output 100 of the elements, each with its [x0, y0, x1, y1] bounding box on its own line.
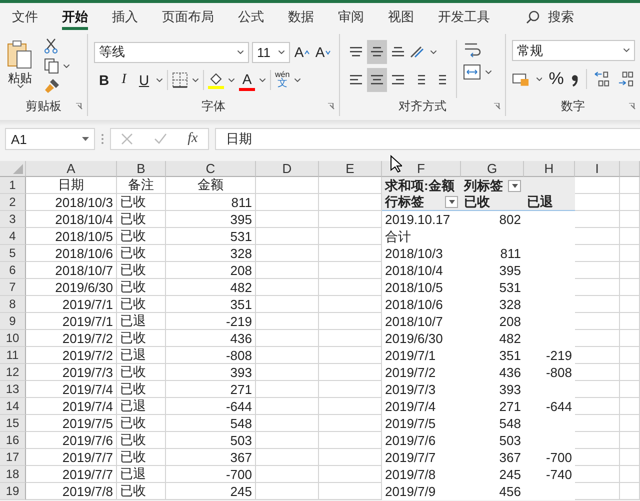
font-name-field[interactable]: 等线 [94, 42, 249, 62]
caret-icon [536, 76, 542, 82]
caret-icon [16, 84, 24, 88]
cell: 2019/7/4 [26, 398, 117, 415]
ribbon-tab[interactable]: 开始 [62, 3, 88, 30]
row-header[interactable]: 14 [0, 398, 26, 415]
column-header[interactable]: F [382, 161, 461, 177]
cell-text: 行标签 [385, 193, 424, 211]
row-header[interactable]: 4 [0, 228, 26, 245]
caret-icon [324, 50, 331, 54]
currency-icon[interactable] [512, 71, 530, 87]
formula-field[interactable]: 日期 [215, 128, 640, 150]
column-header[interactable]: D [256, 161, 319, 177]
cell: 2018/10/6 [26, 245, 117, 262]
bottom-align-icon[interactable] [390, 45, 406, 59]
phonetic-button[interactable]: wén 文 [275, 71, 290, 89]
cell: 2018/10/3 [26, 194, 117, 211]
format-painter-icon[interactable] [44, 78, 60, 94]
dialog-launcher-icon[interactable] [629, 103, 636, 110]
cell: 208 [166, 262, 256, 279]
search-label[interactable]: 搜索 [548, 8, 574, 26]
column-header[interactable]: A [26, 161, 117, 177]
row-header[interactable]: 6 [0, 262, 26, 279]
ribbon-tab[interactable]: 页面布局 [162, 3, 214, 30]
row-header[interactable]: 7 [0, 279, 26, 296]
ribbon-tab[interactable]: 插入 [112, 3, 138, 30]
column-header[interactable]: I [575, 161, 620, 177]
bold-button[interactable]: B [96, 68, 112, 92]
filter-button[interactable] [445, 196, 458, 208]
font-color-button[interactable]: A [239, 69, 255, 91]
align-right-icon[interactable] [390, 73, 406, 87]
borders-icon[interactable] [172, 72, 188, 88]
italic-button[interactable]: I [116, 68, 132, 92]
filter-button[interactable] [508, 180, 521, 192]
row-header[interactable]: 5 [0, 245, 26, 262]
shrink-font-button[interactable]: A [314, 40, 332, 64]
decrease-decimal-icon[interactable] [616, 70, 634, 88]
cell: 已退 [117, 313, 166, 330]
middle-align-icon[interactable] [369, 45, 385, 59]
ribbon-tab[interactable]: 数据 [288, 3, 314, 30]
underline-button[interactable]: U [136, 68, 152, 92]
name-box[interactable]: A1 [5, 128, 95, 150]
cell: 已收 [117, 194, 166, 211]
column-header[interactable]: G [461, 161, 524, 177]
search-icon[interactable] [526, 10, 540, 24]
dialog-launcher-icon[interactable] [328, 103, 335, 110]
column-header[interactable]: B [117, 161, 166, 177]
cell: -700 [166, 466, 256, 483]
cell: 已收 [117, 296, 166, 313]
scissors-icon[interactable] [44, 38, 58, 54]
ribbon-tab[interactable]: 审阅 [338, 3, 364, 30]
cell: 已收 [117, 432, 166, 449]
increase-decimal-icon[interactable] [593, 70, 610, 88]
dialog-launcher-icon[interactable] [494, 103, 501, 110]
caret-icon [237, 50, 244, 54]
ribbon-tab[interactable]: 公式 [238, 3, 264, 30]
ribbon-tab[interactable]: 开发工具 [438, 3, 490, 30]
insert-function-button[interactable]: fx [188, 131, 198, 147]
row-header[interactable]: 11 [0, 347, 26, 364]
row-header[interactable]: 3 [0, 211, 26, 228]
row-header[interactable]: 9 [0, 313, 26, 330]
top-align-icon[interactable] [348, 45, 364, 59]
cell: 271 [166, 381, 256, 398]
dialog-launcher-icon[interactable] [76, 103, 83, 110]
cell-text: 列标签 [464, 176, 503, 194]
mouse-pointer-icon [390, 155, 402, 173]
caret-icon [485, 70, 492, 74]
align-left-icon[interactable] [348, 73, 364, 87]
row-header[interactable]: 17 [0, 449, 26, 466]
percent-button[interactable]: % [548, 67, 564, 91]
ribbon-tab[interactable]: 文件 [12, 3, 38, 30]
cell: 已收 [117, 483, 166, 500]
cell: 2019/7/2 [26, 347, 117, 364]
row-header[interactable]: 16 [0, 432, 26, 449]
cell: 2018/10/5 [26, 228, 117, 245]
ribbon-tab[interactable]: 视图 [388, 3, 414, 30]
column-header[interactable]: E [319, 161, 382, 177]
row-header[interactable]: 12 [0, 364, 26, 381]
row-header[interactable]: 8 [0, 296, 26, 313]
row-header[interactable]: 1 [0, 177, 26, 194]
row-header[interactable]: 10 [0, 330, 26, 347]
column-header[interactable]: C [166, 161, 256, 177]
row-header[interactable]: 2 [0, 194, 26, 211]
row-header[interactable]: 13 [0, 381, 26, 398]
align-center-icon[interactable] [369, 73, 385, 87]
cell: 2019/7/8 [26, 483, 117, 500]
row-header[interactable]: 15 [0, 415, 26, 432]
row-header[interactable]: 19 [0, 483, 26, 500]
cell: 2019/7/7 [26, 449, 117, 466]
row-header[interactable]: 18 [0, 466, 26, 483]
cell: 367 [166, 449, 256, 466]
column-header[interactable]: H [524, 161, 575, 177]
paste-button[interactable]: 粘贴 [6, 34, 34, 98]
cell: 2019/7/1 [26, 313, 117, 330]
grow-font-button[interactable]: A [293, 40, 311, 64]
copy-icon[interactable] [44, 58, 60, 74]
font-size-field[interactable]: 11 [252, 42, 290, 62]
number-format-field[interactable]: 常规 [512, 40, 635, 61]
fill-color-icon[interactable] [208, 72, 224, 88]
merge-center-icon[interactable] [463, 64, 481, 80]
